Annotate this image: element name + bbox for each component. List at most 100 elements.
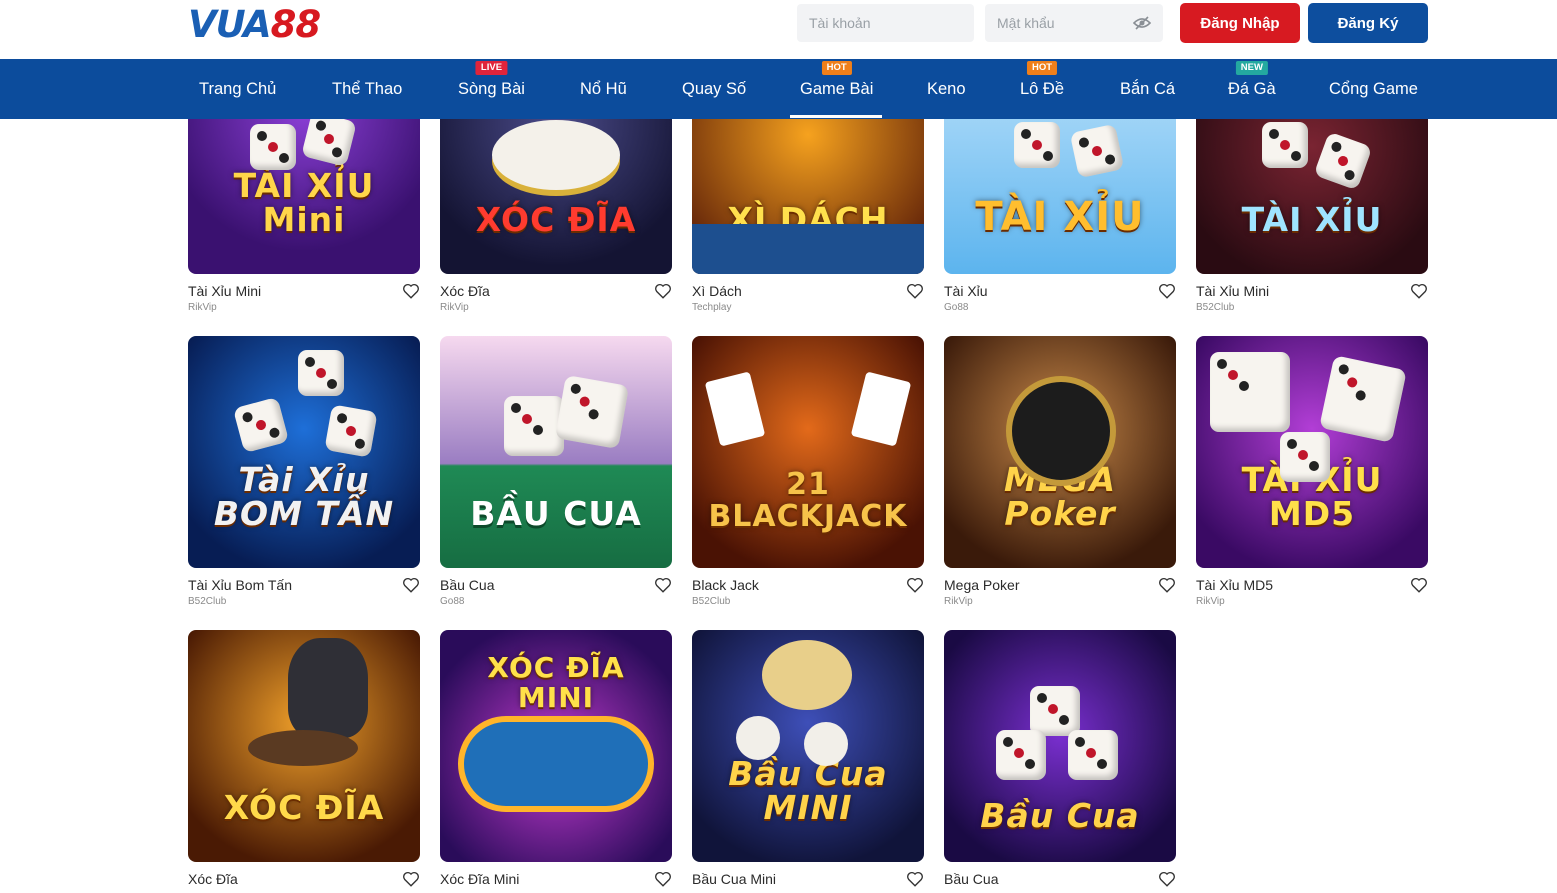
- game-title: Tài Xỉu MD5: [1196, 577, 1274, 593]
- game-thumbnail[interactable]: XÓC ĐĨA MINI: [440, 630, 672, 862]
- game-thumbnail[interactable]: MEGA Poker: [944, 336, 1176, 568]
- game-title: Bầu Cua: [440, 577, 495, 593]
- game-art-text: Tài Xỉu BOM TẤN: [213, 459, 395, 534]
- game-thumbnail[interactable]: TÀI XỈU: [944, 119, 1176, 274]
- game-provider: RikVip: [944, 596, 973, 607]
- game-card[interactable]: XÓC ĐĨA Xóc Đĩa RikVip: [440, 119, 672, 313]
- nav-label: Đá Gà: [1228, 79, 1276, 98]
- nav-label: Nổ Hũ: [580, 79, 627, 98]
- game-card[interactable]: TÀI XỈU Tài Xỉu Go88: [944, 119, 1176, 313]
- heart-icon[interactable]: [906, 576, 924, 594]
- game-thumbnail[interactable]: Bầu Cua: [944, 630, 1176, 862]
- game-thumbnail[interactable]: XÓC ĐĨA: [188, 630, 420, 862]
- nav-item-quay-so[interactable]: Quay Số: [682, 59, 746, 119]
- game-thumbnail[interactable]: XÌ DÁCH: [692, 119, 924, 274]
- top-header: VUA 88 Tài khoản Mật khẩu Đăng Nhập Đăng …: [0, 0, 1557, 59]
- hot-badge: HOT: [821, 61, 852, 75]
- heart-icon[interactable]: [906, 870, 924, 888]
- nav-item-keno[interactable]: Keno: [927, 59, 966, 119]
- password-placeholder: Mật khẩu: [997, 15, 1055, 31]
- game-thumbnail[interactable]: Bầu Cua MINI: [692, 630, 924, 862]
- eye-slash-icon[interactable]: [1132, 16, 1152, 30]
- heart-icon[interactable]: [402, 282, 420, 300]
- game-title: Tài Xỉu Bom Tấn: [188, 577, 293, 593]
- nav-item-trang-chu[interactable]: Trang Chủ: [199, 59, 276, 119]
- heart-icon[interactable]: [1410, 576, 1428, 594]
- heart-icon[interactable]: [1410, 282, 1428, 300]
- site-logo[interactable]: VUA 88: [188, 2, 321, 46]
- game-art-text: XÓC ĐĨA: [475, 200, 637, 240]
- game-title: Tài Xỉu Mini: [1196, 283, 1270, 299]
- game-card[interactable]: XÌ DÁCH Xì Dách Techplay: [692, 119, 924, 313]
- game-card[interactable]: MEGA Poker Mega Poker RikVip: [944, 336, 1176, 607]
- login-button[interactable]: Đăng Nhập: [1180, 3, 1300, 43]
- game-provider: Techplay: [692, 302, 732, 313]
- nav-item-song-bai[interactable]: LIVE Sòng Bài: [458, 59, 525, 119]
- heart-icon[interactable]: [654, 870, 672, 888]
- heart-icon[interactable]: [402, 576, 420, 594]
- game-card[interactable]: 21 BLACKJACK Black Jack B52Club: [692, 336, 924, 607]
- heart-icon[interactable]: [654, 282, 672, 300]
- live-badge: LIVE: [475, 61, 508, 75]
- nav-item-da-ga[interactable]: NEW Đá Gà: [1228, 59, 1276, 119]
- game-title: Xì Dách: [692, 283, 742, 299]
- heart-icon[interactable]: [1158, 576, 1176, 594]
- username-input[interactable]: Tài khoản: [797, 4, 974, 42]
- game-provider: Go88: [440, 596, 465, 607]
- logo-text-part2: 88: [270, 2, 321, 46]
- heart-icon[interactable]: [906, 282, 924, 300]
- nav-item-ban-ca[interactable]: Bắn Cá: [1120, 59, 1175, 119]
- game-provider: Go88: [944, 302, 969, 313]
- heart-icon[interactable]: [402, 870, 420, 888]
- nav-label: Sòng Bài: [458, 79, 525, 98]
- game-art-text: BẦU CUA: [470, 494, 642, 534]
- game-title: Xóc Đĩa: [440, 283, 490, 299]
- game-card[interactable]: TÀI XỈU Tài Xỉu Mini B52Club: [1196, 119, 1428, 313]
- main-nav: Trang Chủ Thể Thao LIVE Sòng Bài Nổ Hũ Qu…: [0, 59, 1557, 119]
- password-input[interactable]: Mật khẩu: [985, 4, 1163, 42]
- game-provider: RikVip: [440, 302, 469, 313]
- game-thumbnail[interactable]: TÀI XỈU Mini: [188, 119, 420, 274]
- heart-icon[interactable]: [654, 576, 672, 594]
- game-card[interactable]: Bầu Cua Bầu Cua: [944, 630, 1176, 888]
- game-provider: B52Club: [188, 596, 227, 607]
- game-card[interactable]: TÀI XỈU MD5 Tài Xỉu MD5 RikVip: [1196, 336, 1428, 607]
- nav-item-cong-game[interactable]: Cổng Game: [1329, 59, 1418, 119]
- nav-label: Trang Chủ: [199, 79, 277, 98]
- game-art-text: 21 BLACKJACK: [708, 467, 908, 534]
- game-title: Xóc Đĩa Mini: [440, 871, 520, 887]
- game-title: Black Jack: [692, 577, 759, 593]
- game-title: Tài Xỉu: [944, 283, 988, 299]
- game-thumbnail[interactable]: TÀI XỈU: [1196, 119, 1428, 274]
- nav-label: Bắn Cá: [1120, 79, 1176, 98]
- game-thumbnail[interactable]: TÀI XỈU MD5: [1196, 336, 1428, 568]
- hot-badge: HOT: [1026, 61, 1058, 75]
- game-card[interactable]: XÓC ĐĨA MINI Xóc Đĩa Mini: [440, 630, 672, 888]
- heart-icon[interactable]: [1158, 282, 1176, 300]
- game-card[interactable]: BẦU CUA Bầu Cua Go88: [440, 336, 672, 607]
- nav-label: Thể Thao: [332, 79, 403, 98]
- game-thumbnail[interactable]: BẦU CUA: [440, 336, 672, 568]
- register-button[interactable]: Đăng Ký: [1308, 3, 1428, 43]
- game-thumbnail[interactable]: Tài Xỉu BOM TẤN: [188, 336, 420, 568]
- game-provider: B52Club: [692, 596, 731, 607]
- game-card[interactable]: Tài Xỉu BOM TẤN Tài Xỉu Bom Tấn B52Club: [188, 336, 420, 607]
- nav-item-game-bai[interactable]: HOT Game Bài: [800, 59, 873, 119]
- nav-item-lo-de[interactable]: HOT Lô Đề: [1020, 59, 1064, 119]
- game-title: Mega Poker: [944, 577, 1020, 593]
- nav-item-the-thao[interactable]: Thể Thao: [332, 59, 402, 119]
- game-card[interactable]: XÓC ĐĨA Xóc Đĩa: [188, 630, 420, 888]
- heart-icon[interactable]: [1158, 870, 1176, 888]
- game-provider: B52Club: [1196, 302, 1235, 313]
- game-title: Bầu Cua: [944, 871, 999, 887]
- game-title: Xóc Đĩa: [188, 871, 238, 887]
- nav-item-no-hu[interactable]: Nổ Hũ: [580, 59, 627, 119]
- game-title: Tài Xỉu Mini: [188, 283, 262, 299]
- game-thumbnail[interactable]: XÓC ĐĨA: [440, 119, 672, 274]
- game-card[interactable]: Bầu Cua MINI Bầu Cua Mini: [692, 630, 924, 888]
- game-thumbnail[interactable]: 21 BLACKJACK: [692, 336, 924, 568]
- game-art-text: TÀI XỈU: [1241, 200, 1383, 240]
- game-card[interactable]: TÀI XỈU Mini Tài Xỉu Mini RikVip: [188, 119, 420, 313]
- nav-label: Quay Số: [682, 79, 747, 98]
- game-provider: RikVip: [188, 302, 217, 313]
